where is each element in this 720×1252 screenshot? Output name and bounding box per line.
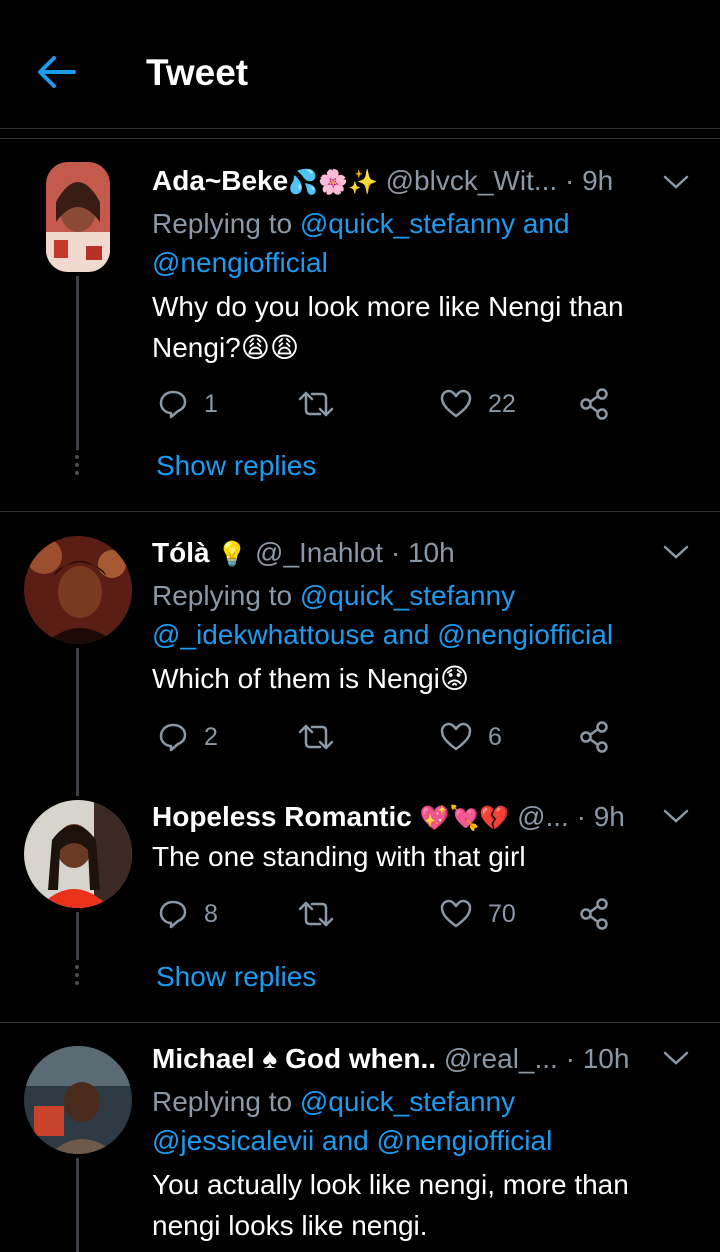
back-arrow-icon[interactable] (34, 52, 78, 92)
replying-to: Replying to @quick_stefanny @_idekwhatto… (152, 580, 614, 650)
handle[interactable]: @_Inahlot (255, 537, 383, 568)
replying-to: Replying to @quick_stefanny and @nengiof… (152, 208, 570, 278)
chevron-down-icon[interactable] (662, 1048, 690, 1068)
reply-icon (159, 723, 187, 752)
tweet-text: Why do you look more like Nengi than Nen… (152, 291, 624, 363)
mention-link[interactable]: @nengiofficial (152, 247, 328, 278)
like-count: 22 (488, 389, 516, 418)
reply-icon (159, 390, 187, 419)
page-title: Tweet (146, 52, 249, 93)
share-icon (580, 388, 608, 420)
thread-line (76, 276, 79, 450)
reply-button[interactable]: 8 (158, 894, 218, 934)
display-name[interactable]: Tólà (152, 537, 210, 568)
timestamp[interactable]: · 10h (566, 1043, 630, 1074)
retweet-icon (298, 724, 334, 750)
handle[interactable]: @blvck_Wit... (386, 165, 558, 196)
chevron-down-icon[interactable] (662, 806, 690, 826)
retweet-button[interactable] (298, 894, 350, 934)
share-icon (580, 898, 608, 930)
avatar[interactable] (24, 800, 132, 908)
share-icon (580, 721, 608, 753)
like-icon (440, 389, 472, 418)
thread-line (76, 648, 79, 796)
chevron-down-icon[interactable] (662, 172, 690, 192)
mention-link[interactable]: @quick_stefanny and (300, 208, 570, 239)
tweet-header: Ada~Beke💦🌸✨ @blvck_Wit... · 9h (152, 162, 662, 200)
mention-link[interactable]: @jessicalevii and @nengiofficial (152, 1125, 552, 1156)
timestamp[interactable]: · 9h (565, 165, 613, 196)
like-button[interactable]: 70 (440, 894, 516, 934)
retweet-icon (298, 391, 334, 417)
reply-count: 8 (204, 899, 218, 928)
thread-line (76, 912, 79, 960)
divider (0, 511, 720, 512)
thread-dots (73, 455, 81, 479)
tweet-header: Michael ♠ God when.. @real_... · 10h (152, 1040, 662, 1078)
timestamp[interactable]: · 9h (577, 801, 625, 832)
display-name[interactable]: Ada~Beke (152, 165, 288, 196)
like-icon (440, 722, 472, 751)
show-replies-link[interactable]: Show replies (156, 961, 316, 993)
tweet-text: You actually look like nengi, more than … (152, 1169, 629, 1241)
tweet-text: Which of them is Nengi😟 (152, 663, 470, 694)
reply-button[interactable]: 2 (158, 717, 218, 757)
share-button[interactable] (578, 384, 626, 424)
name-emoji: 💡 (217, 541, 248, 568)
retweet-button[interactable] (298, 384, 350, 424)
tweet-text: The one standing with that girl (152, 841, 526, 872)
retweet-icon (298, 901, 334, 927)
mention-link[interactable]: @quick_stefanny (300, 1086, 515, 1117)
divider (0, 138, 720, 139)
like-icon (440, 899, 472, 928)
mention-link[interactable]: @_idekwhattouse and @nengiofficial (152, 619, 613, 650)
tweet-header: Tólà 💡 @_Inahlot · 10h (152, 534, 662, 572)
reply-count: 2 (204, 722, 218, 751)
like-count: 70 (488, 899, 516, 928)
timestamp[interactable]: · 10h (391, 537, 455, 568)
avatar[interactable] (46, 162, 110, 272)
thread-line (76, 1158, 79, 1252)
like-button[interactable]: 6 (440, 717, 502, 757)
display-name[interactable]: Michael ♠ God when.. (152, 1043, 436, 1074)
reply-button[interactable]: 1 (158, 384, 218, 424)
share-button[interactable] (578, 717, 626, 757)
tweet-header: Hopeless Romantic 💖💘💔 @... · 9h (152, 798, 662, 836)
share-button[interactable] (578, 894, 626, 934)
handle[interactable]: @... (517, 801, 569, 832)
display-name[interactable]: Hopeless Romantic (152, 801, 412, 832)
like-count: 6 (488, 722, 502, 751)
avatar[interactable] (24, 536, 132, 644)
handle[interactable]: @real_... (444, 1043, 558, 1074)
top-bar: Tweet (0, 0, 720, 129)
like-button[interactable]: 22 (440, 384, 516, 424)
replying-to: Replying to @quick_stefanny @jessicalevi… (152, 1086, 553, 1156)
avatar[interactable] (24, 1046, 132, 1154)
mention-link[interactable]: @quick_stefanny (300, 580, 515, 611)
show-replies-link[interactable]: Show replies (156, 450, 316, 482)
thread-dots (73, 965, 81, 989)
divider (0, 1022, 720, 1023)
chevron-down-icon[interactable] (662, 542, 690, 562)
name-emoji: 💖💘💔 (419, 805, 510, 832)
reply-count: 1 (204, 389, 218, 418)
retweet-button[interactable] (298, 717, 350, 757)
reply-icon (159, 900, 187, 929)
name-emoji: 💦🌸✨ (288, 169, 378, 196)
